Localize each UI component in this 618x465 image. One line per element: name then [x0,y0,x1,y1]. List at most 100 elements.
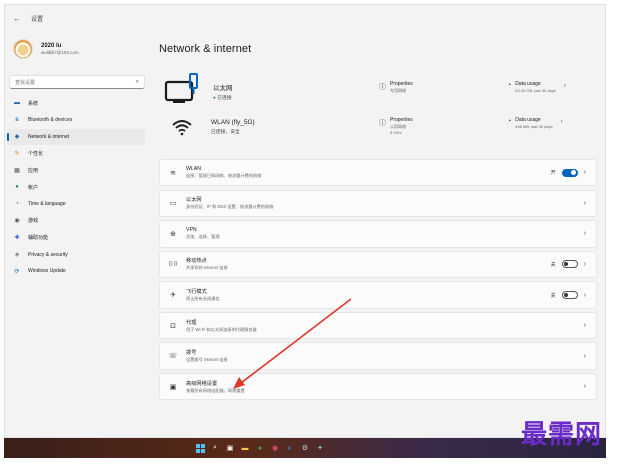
wifi-icon: ≋ [170,169,176,177]
card-mobile-hotspot[interactable]: ((·)) 移动热点 共享你的 Internet 连接 关 › [159,250,597,279]
toggle-switch[interactable] [561,168,578,177]
sidebar-item-label: 应用 [28,168,39,175]
card-ethernet[interactable]: ▭ 以太网 身份验证、IP 和 DNS 设置、按流量计费的网络 › [159,189,597,217]
card-description: 停止所有无线通信 [186,296,220,301]
card-description: 添加、连接、管理 [186,234,220,240]
title-bar: ← 设置 [5,5,605,31]
sidebar-item-label: 帐户 [28,184,39,191]
wifi-data-usage-link[interactable]: ◔ Data usage 446 MB, last 30 days › [507,117,563,129]
card-description: 身份验证、IP 和 DNS 设置、按流量计费的网络 [186,204,274,210]
windows-update-icon: ⟳ [14,268,20,275]
chevron-right-icon: › [583,169,586,177]
chevron-right-icon: › [583,352,586,360]
sidebar-item-time-language[interactable]: ◔ Time & language [7,196,145,213]
ethernet-icon: ▭ [169,200,177,208]
feather-icon[interactable]: ✦ [316,444,325,453]
sidebar-item-apps[interactable]: ▦ 应用 [7,162,145,179]
sidebar-item-windows-update[interactable]: ⟳ Windows Update [7,263,145,280]
file-explorer-icon[interactable]: ▬ [241,444,250,453]
data-usage-icon: ◔ [507,82,512,89]
sidebar-item-label: 游戏 [28,218,39,225]
sidebar-nav: ▬ 系统 ʙ Bluetooth & devices ◆ Network & intern… [7,95,153,280]
connection-summary: 以太网 ● 已连接 ⓘ Properties 专用网络 ◔ Data usage 5… [161,71,597,141]
sidebar-item-network[interactable]: ◆ Network & internet [7,128,145,146]
sidebar-item-label: Windows Update [28,268,66,275]
sidebar-item-accessibility[interactable]: ✚ 辅助功能 [7,229,145,246]
toggle-state-label: 关 [550,292,556,299]
search-placeholder: 查找设置 [15,79,36,86]
card-title: WLAN [186,166,201,173]
card-description: 共享你的 Internet 连接 [186,265,228,271]
back-arrow-icon[interactable]: ← [13,14,21,23]
apps-icon: ▦ [14,168,20,175]
chevron-right-icon: › [583,199,586,207]
card-proxy[interactable]: ⊡ 代理 用于 Wi-Fi 和以太网连接的代理服务器 › [159,311,597,340]
chevron-right-icon: › [583,383,586,391]
card-advanced-network[interactable]: ▣ 高级网络设置 查看所有网络适配器，网络重置 › [159,373,597,401]
toggle-state-label: 关 [550,261,556,268]
chevron-right-icon: › [583,230,586,238]
sidebar-item-privacy[interactable]: ◈ Privacy & security [7,246,145,263]
ethernet-status: ● 已连接 [213,95,232,101]
search-icon: ⌕ [135,78,139,85]
sidebar-item-accounts[interactable]: ● 帐户 [7,179,145,196]
card-title: 移动热点 [186,258,207,265]
sidebar: 2020 lu wulibili7@163.com 查找设置 ⌕ ▬ 系统 ʙ Blu… [5,31,153,437]
toggle-state-label: 开 [550,170,556,177]
sidebar-item-personalization[interactable]: ✎ 个性化 [7,145,145,162]
ethernet-name: 以太网 [213,84,233,92]
proxy-icon: ⊡ [170,322,176,330]
account-card[interactable]: 2020 lu wulibili7@163.com [5,31,153,65]
wifi-name: WLAN (fly_5G) [211,119,255,126]
card-title: VPN [186,227,197,234]
card-title: 代理 [186,319,197,326]
card-dial-up[interactable]: ☏ 拨号 设置拨号 Internet 连接 › [159,342,597,370]
search-input[interactable]: 查找设置 ⌕ [9,75,145,89]
card-description: 连接、管理已知网络、按流量计费的网络 [186,173,262,179]
bluetooth-icon: ʙ [15,117,19,124]
settings-window: ← 设置 2020 lu wulibili7@163.com 查找设置 ⌕ ▬ 系… [4,4,606,438]
personalization-icon: ✎ [14,151,20,158]
sidebar-item-label: 个性化 [28,151,44,158]
taskbar: ⌕ ▣ ▬ ● ◉ ◐ ⚙ ✦ [4,438,606,458]
settings-icon[interactable]: ⚙ [301,444,310,453]
start-icon[interactable] [195,443,205,453]
chevron-right-icon: › [560,119,563,125]
ethernet-properties-link[interactable]: ⓘ Properties 专用网络 [379,81,413,93]
card-description: 设置拨号 Internet 连接 [186,357,228,363]
accessibility-icon: ✚ [14,235,20,242]
sidebar-item-gaming[interactable]: ◉ 游戏 [7,213,145,230]
dial-up-icon: ☏ [168,353,178,361]
sidebar-item-label: Network & internet [28,133,70,140]
sidebar-item-system[interactable]: ▬ 系统 [7,95,145,112]
toggle-switch[interactable] [561,260,578,269]
chevron-right-icon: › [583,322,586,330]
sidebar-item-label: Time & language [28,201,66,208]
toggle-switch[interactable] [561,291,578,299]
wifi-large-icon [172,120,192,136]
main-content: Network & internet 以太网 ● 已连接 ⓘ Propertie… [159,31,605,437]
ethernet-data-usage-link[interactable]: ◔ Data usage 54.43 GB, last 30 days › [507,81,566,93]
card-title: 飞行模式 [186,289,207,295]
account-name: 2020 lu [41,43,62,49]
airplane-mode-icon: ✈ [170,292,176,299]
card-wifi[interactable]: ≋ WLAN 连接、管理已知网络、按流量计费的网络 开 › [159,159,597,187]
card-vpn[interactable]: ⊕ VPN 添加、连接、管理 › [159,220,597,248]
browser-icon[interactable]: ◐ [286,444,295,453]
card-title: 拨号 [186,350,197,357]
sidebar-item-label: Bluetooth & devices [28,117,73,124]
data-usage-icon: ◔ [507,118,512,125]
card-airplane-mode[interactable]: ✈ 飞行模式 停止所有无线通信 关 › [159,281,597,309]
card-description: 用于 Wi-Fi 和以太网连接的代理服务器 [186,326,257,332]
wifi-properties-link[interactable]: ⓘ Properties 公用网络 5 GHz [379,117,413,135]
info-icon: ⓘ [379,120,386,127]
chrome-icon[interactable]: ● [256,444,265,453]
app-icon[interactable]: ◉ [271,444,280,453]
wifi-status: 已连接，安全 [211,130,240,135]
sidebar-item-bluetooth[interactable]: ʙ Bluetooth & devices [7,112,145,129]
task-view-icon[interactable]: ▣ [226,444,235,453]
search-icon[interactable]: ⌕ [211,444,220,453]
network-icon: ◆ [14,134,20,141]
chevron-right-icon: › [583,291,586,299]
ethernet-summary: 以太网 ● 已连接 ⓘ Properties 专用网络 ◔ Data usage 5… [161,71,597,111]
